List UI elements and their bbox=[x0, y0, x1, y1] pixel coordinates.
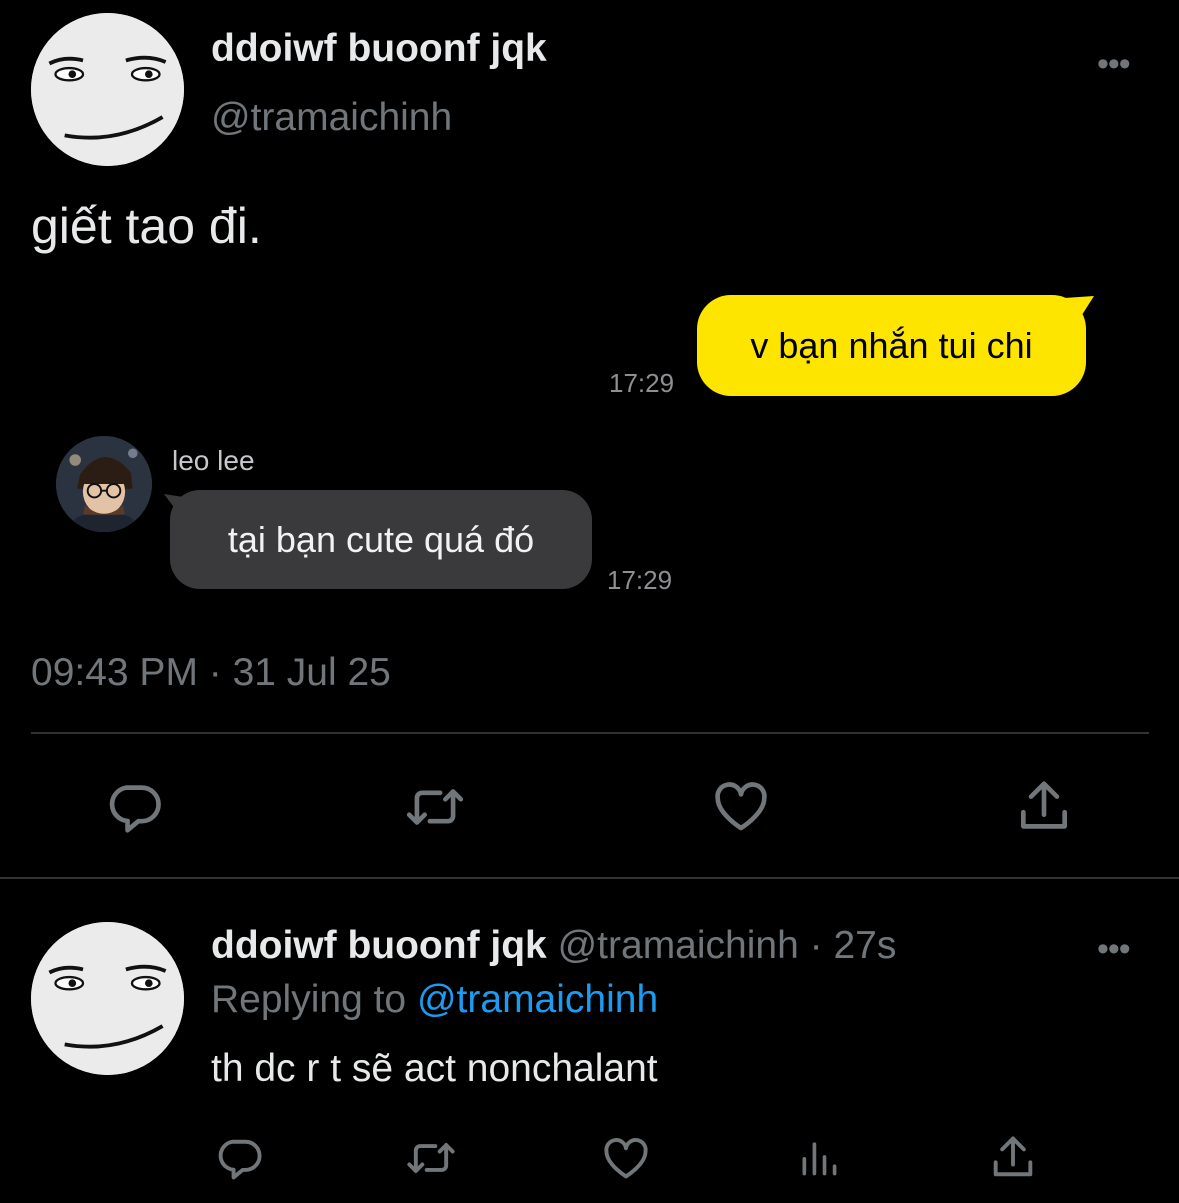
tweet-divider bbox=[0, 877, 1179, 879]
outgoing-bubble-tail bbox=[1064, 296, 1094, 318]
author-handle[interactable]: @tramaichinh bbox=[211, 96, 452, 140]
author-avatar[interactable] bbox=[31, 13, 184, 166]
incoming-message-bubble: tại bạn cute quá đó bbox=[170, 490, 592, 589]
reply-more-options-icon[interactable]: ••• bbox=[1097, 932, 1131, 966]
timestamp-divider bbox=[31, 732, 1149, 734]
replying-to-handle[interactable]: @tramaichinh bbox=[417, 978, 658, 1021]
retweet-icon[interactable] bbox=[403, 1132, 459, 1184]
reply-handle[interactable]: @tramaichinh bbox=[558, 924, 799, 967]
replying-to-label: Replying to bbox=[211, 978, 407, 1021]
reply-text: th dc r t sẽ act nonchalant bbox=[211, 1047, 658, 1090]
outgoing-message-bubble: v bạn nhắn tui chi bbox=[697, 295, 1086, 396]
like-icon[interactable] bbox=[599, 1132, 653, 1184]
author-display-name[interactable]: ddoiwf buoonf jqk bbox=[211, 27, 547, 71]
tweet-timestamp[interactable]: 09:43 PM · 31 Jul 25 bbox=[31, 651, 391, 695]
incoming-message-time: 17:29 bbox=[607, 565, 673, 595]
outgoing-message-time: 17:29 bbox=[609, 368, 675, 398]
share-icon[interactable] bbox=[1013, 776, 1075, 838]
more-options-icon[interactable]: ••• bbox=[1097, 47, 1131, 81]
share-icon[interactable] bbox=[987, 1132, 1039, 1184]
reply-author-avatar[interactable] bbox=[31, 922, 184, 1075]
replying-to: Replying to @tramaichinh bbox=[211, 978, 658, 1022]
reply-icon[interactable] bbox=[103, 776, 165, 838]
sender-avatar bbox=[56, 436, 152, 532]
reply-age[interactable]: 27s bbox=[833, 924, 896, 967]
tweet-text: giết tao đi. bbox=[31, 198, 262, 254]
sender-name: leo lee bbox=[172, 445, 255, 476]
reply-separator: · bbox=[809, 924, 823, 967]
incoming-message-text: tại bạn cute quá đó bbox=[227, 518, 535, 560]
reply-display-name[interactable]: ddoiwf buoonf jqk bbox=[211, 924, 547, 967]
retweet-icon[interactable] bbox=[402, 776, 468, 838]
views-icon[interactable] bbox=[797, 1133, 841, 1181]
reply-header: ddoiwf buoonf jqk @tramaichinh · 27s bbox=[211, 924, 896, 968]
outgoing-message-text: v bạn nhắn tui chi bbox=[750, 324, 1033, 366]
like-icon[interactable] bbox=[709, 775, 773, 837]
reply-icon[interactable] bbox=[213, 1132, 265, 1184]
